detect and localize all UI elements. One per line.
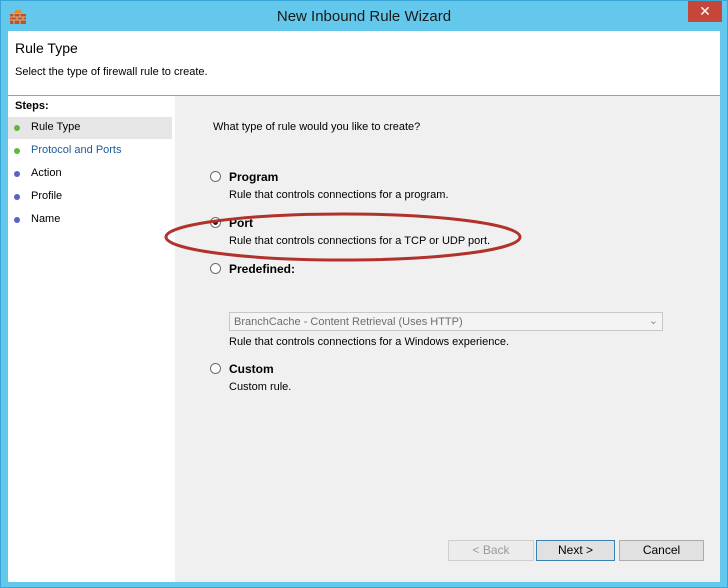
step-status-icon	[14, 125, 20, 131]
wizard-client-area: Rule Type Select the type of firewall ru…	[8, 31, 720, 582]
rule-type-question: What type of rule would you like to crea…	[213, 121, 421, 133]
step-protocol-and-ports[interactable]: Protocol and Ports	[8, 140, 172, 162]
highlight-ellipse	[164, 212, 522, 262]
step-status-icon	[14, 194, 20, 200]
page-title: Rule Type	[15, 40, 78, 56]
cancel-button[interactable]: Cancel	[619, 540, 704, 561]
step-label: Rule Type	[31, 121, 81, 133]
next-button[interactable]: Next >	[536, 540, 615, 561]
close-icon: ✕	[699, 3, 711, 19]
window-title: New Inbound Rule Wizard	[276, 8, 452, 25]
step-status-icon	[14, 148, 20, 154]
step-label: Action	[31, 167, 62, 179]
chevron-down-icon[interactable]: ⌄	[649, 314, 658, 327]
back-button[interactable]: < Back	[448, 540, 534, 561]
steps-heading: Steps:	[15, 100, 49, 112]
option-custom-description: Custom rule.	[229, 381, 292, 393]
step-label: Profile	[31, 190, 63, 202]
radio-predefined[interactable]	[210, 263, 221, 274]
step-status-icon	[14, 171, 20, 177]
step-rule-type[interactable]: Rule Type	[8, 117, 172, 139]
step-name[interactable]: Name	[8, 209, 172, 231]
title-bar[interactable]: New Inbound Rule Wizard ✕	[1, 1, 727, 31]
option-program-label[interactable]: Program	[229, 170, 278, 184]
step-profile[interactable]: Profile	[8, 186, 172, 208]
option-predefined-label[interactable]: Predefined:	[229, 262, 295, 276]
step-status-icon	[14, 217, 20, 223]
page-description: Select the type of firewall rule to crea…	[15, 66, 208, 78]
wizard-header: Rule Type Select the type of firewall ru…	[8, 31, 720, 96]
radio-custom[interactable]	[210, 363, 221, 374]
step-label: Name	[31, 213, 61, 225]
step-label: Protocol and Ports	[31, 144, 122, 156]
rule-type-panel: What type of rule would you like to crea…	[176, 96, 720, 582]
predefined-select-value: BranchCache - Content Retrieval (Uses HT…	[234, 316, 463, 328]
step-action[interactable]: Action	[8, 163, 172, 185]
predefined-select[interactable]: BranchCache - Content Retrieval (Uses HT…	[229, 312, 663, 331]
option-predefined-description: Rule that controls connections for a Win…	[229, 336, 510, 348]
close-button[interactable]: ✕	[688, 1, 722, 22]
steps-pane: Steps: Rule Type Protocol and Ports Acti…	[8, 96, 175, 582]
option-custom-label[interactable]: Custom	[229, 362, 274, 376]
wizard-window: New Inbound Rule Wizard ✕ Rule Type Sele…	[0, 0, 728, 588]
radio-program[interactable]	[210, 171, 221, 182]
option-program-description: Rule that controls connections for a pro…	[229, 189, 449, 201]
